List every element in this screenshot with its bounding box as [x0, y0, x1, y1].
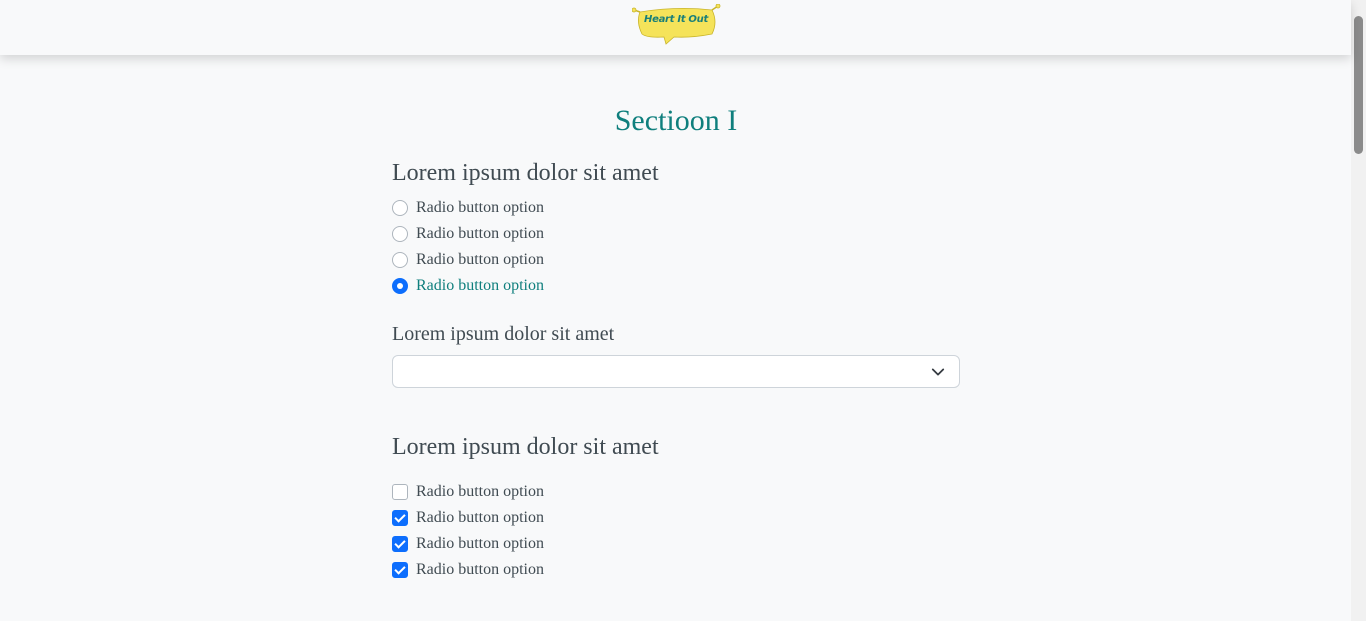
speech-bubble-logo-icon — [631, 3, 721, 45]
checkbox-checked[interactable] — [392, 536, 408, 552]
checkbox[interactable] — [392, 484, 408, 500]
checkbox-label: Radio button option — [416, 561, 544, 578]
question-1-label: Lorem ipsum dolor sit amet — [392, 160, 659, 186]
page: Heart It Out Sectioon I Lorem ipsum dolo… — [0, 0, 1366, 621]
checkbox-option-2[interactable]: Radio button option — [392, 505, 960, 531]
logo[interactable]: Heart It Out — [631, 3, 722, 46]
radio-option-4[interactable]: Radio button option — [392, 273, 960, 299]
radio-button-selected[interactable] — [392, 278, 408, 294]
question-2-label: Lorem ipsum dolor sit amet — [392, 323, 615, 345]
radio-option-1[interactable]: Radio button option — [392, 195, 960, 221]
dropdown-select[interactable] — [392, 355, 960, 388]
question-3-label: Lorem ipsum dolor sit amet — [392, 434, 659, 460]
checkbox-group: Radio button option Radio button option … — [392, 479, 960, 583]
radio-option-2[interactable]: Radio button option — [392, 221, 960, 247]
checkbox-option-4[interactable]: Radio button option — [392, 557, 960, 583]
checkbox-checked[interactable] — [392, 510, 408, 526]
scrollbar-thumb[interactable] — [1354, 16, 1363, 154]
chevron-down-icon — [931, 368, 945, 376]
radio-label: Radio button option — [416, 199, 544, 216]
radio-button[interactable] — [392, 226, 408, 242]
checkbox-label: Radio button option — [416, 509, 544, 526]
radio-group: Radio button option Radio button option … — [392, 195, 960, 299]
section-title: Sectioon I — [614, 104, 738, 137]
vertical-scrollbar[interactable] — [1351, 0, 1366, 621]
radio-option-3[interactable]: Radio button option — [392, 247, 960, 273]
radio-button[interactable] — [392, 252, 408, 268]
form-content: Sectioon I Lorem ipsum dolor sit amet Ra… — [392, 100, 960, 583]
checkbox-checked[interactable] — [392, 562, 408, 578]
radio-label: Radio button option — [416, 251, 544, 268]
checkbox-option-3[interactable]: Radio button option — [392, 531, 960, 557]
radio-label: Radio button option — [416, 277, 544, 294]
radio-button[interactable] — [392, 200, 408, 216]
checkbox-option-1[interactable]: Radio button option — [392, 479, 960, 505]
header: Heart It Out — [0, 0, 1351, 55]
checkbox-label: Radio button option — [416, 535, 544, 552]
checkbox-label: Radio button option — [416, 483, 544, 500]
logo-text: Heart It Out — [644, 14, 708, 25]
radio-label: Radio button option — [416, 225, 544, 242]
